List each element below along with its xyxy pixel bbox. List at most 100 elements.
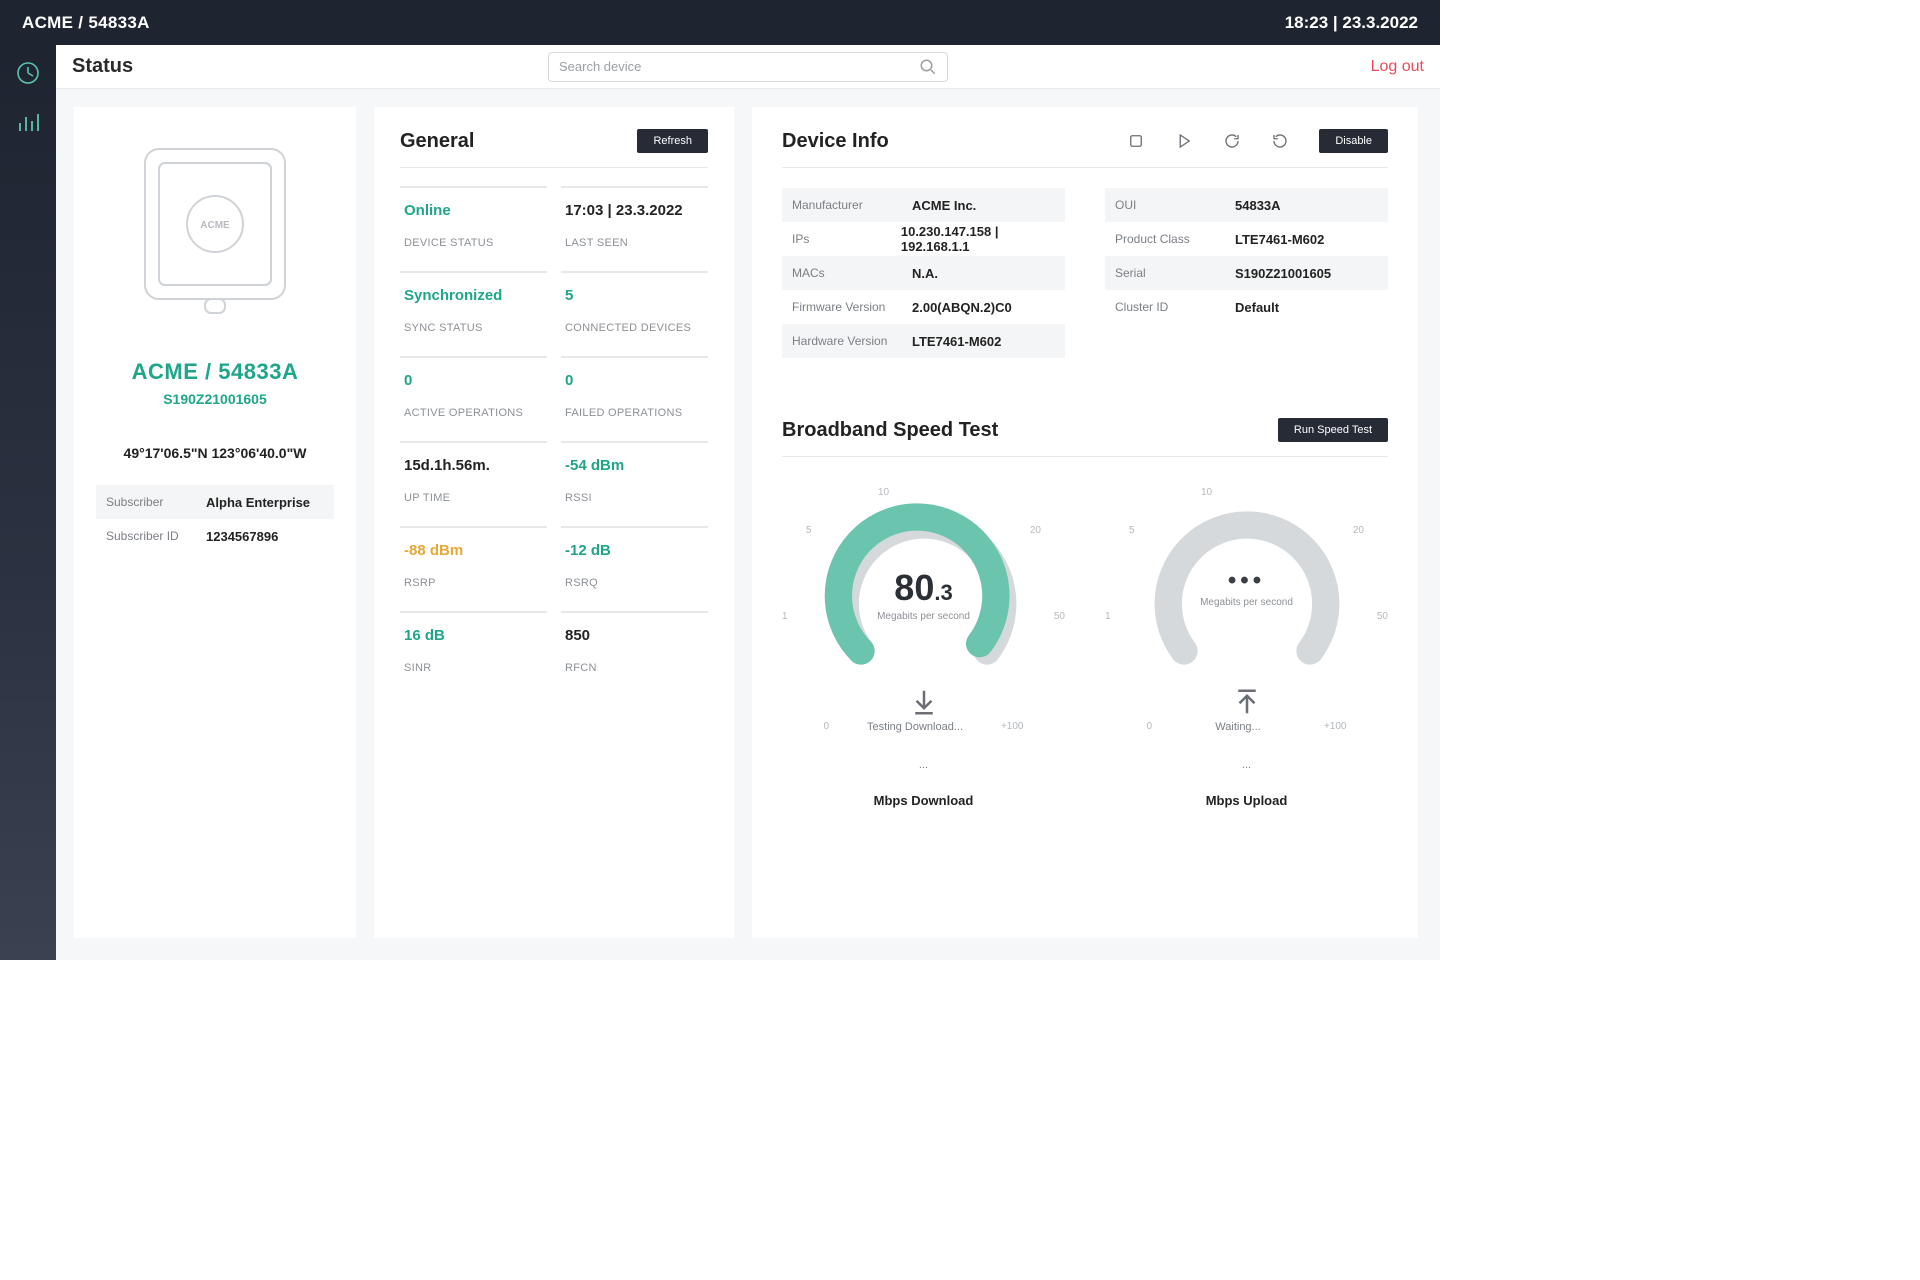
info-label: OUI: [1115, 198, 1235, 212]
info-label: Serial: [1115, 266, 1235, 280]
info-value: ACME Inc.: [912, 198, 976, 213]
tile-value: -54 dBm: [565, 457, 704, 474]
ul-timestamp: ...: [1242, 759, 1251, 771]
status-tile: -12 dBRSRQ: [561, 526, 708, 597]
device-illustration: ACME: [96, 139, 334, 319]
info-row: ManufacturerACME Inc.: [782, 188, 1065, 222]
status-tile: -88 dBmRSRP: [400, 526, 547, 597]
tile-value: 850: [565, 627, 704, 644]
device-location: 49°17'06.5"N 123°06'40.0"W: [96, 445, 334, 461]
tile-label: FAILED OPERATIONS: [565, 407, 704, 419]
tile-label: DEVICE STATUS: [404, 237, 543, 249]
tile-value: 16 dB: [404, 627, 543, 644]
tile-value: -12 dB: [565, 542, 704, 559]
tile-label: SYNC STATUS: [404, 322, 543, 334]
download-icon: [909, 687, 939, 717]
tick-20: 20: [1353, 525, 1364, 536]
breadcrumb: ACME / 54833A: [22, 13, 150, 33]
status-tile: 5 CONNECTED DEVICES: [561, 271, 708, 342]
tile-value: 0: [565, 372, 704, 389]
dl-int: 80: [894, 567, 934, 608]
tile-value: 15d.1h.56m.: [404, 457, 543, 474]
info-row: IPs10.230.147.158 | 192.168.1.1: [782, 222, 1065, 256]
speed-title: Broadband Speed Test: [782, 419, 998, 442]
right-panel: Device Info Disable ManufacturerACME Inc…: [752, 107, 1418, 938]
tick-1: 1: [1105, 611, 1111, 622]
info-label: Cluster ID: [1115, 300, 1235, 314]
dl-label: Mbps Download: [874, 793, 974, 808]
status-tile: 15d.1h.56m. UP TIME: [400, 441, 547, 512]
info-col-left: ManufacturerACME Inc.IPs10.230.147.158 |…: [782, 188, 1065, 358]
device-card: ACME ACME / 54833A S190Z21001605 49°17'0…: [74, 107, 356, 938]
info-label: Firmware Version: [792, 300, 912, 314]
tick-5: 5: [1129, 525, 1135, 536]
tile-label: UP TIME: [404, 492, 543, 504]
refresh-button[interactable]: Refresh: [637, 129, 708, 153]
dl-frac: .3: [934, 580, 952, 605]
tile-label: ACTIVE OPERATIONS: [404, 407, 543, 419]
info-value: 2.00(ABQN.2)C0: [912, 300, 1012, 315]
info-row: Cluster IDDefault: [1105, 290, 1388, 324]
restart-icon[interactable]: [1271, 132, 1289, 150]
info-label: Hardware Version: [792, 334, 912, 348]
top-bar: ACME / 54833A 18:23 | 23.3.2022: [0, 0, 1440, 45]
value: 1234567896: [206, 529, 278, 544]
status-tile: 16 dB SINR: [400, 611, 547, 682]
tile-label: RFCN: [565, 662, 704, 674]
tile-value: 0: [404, 372, 543, 389]
tick-10: 10: [1201, 487, 1212, 498]
nav-analytics-icon[interactable]: [16, 111, 40, 135]
status-tile: -54 dBmRSSI: [561, 441, 708, 512]
tick-5: 5: [806, 525, 812, 536]
tick-0: 0: [824, 721, 830, 733]
run-speed-test-button[interactable]: Run Speed Test: [1278, 418, 1388, 442]
status-tile: 0 ACTIVE OPERATIONS: [400, 356, 547, 427]
general-panel: General Refresh OnlineDEVICE STATUS17:03…: [374, 107, 734, 938]
stop-icon[interactable]: [1127, 132, 1145, 150]
tile-value: Online: [404, 202, 543, 219]
tile-value: Synchronized: [404, 287, 543, 304]
info-row: Product ClassLTE7461-M602: [1105, 222, 1388, 256]
info-value: LTE7461-M602: [1235, 232, 1324, 247]
status-tile: 17:03 | 23.3.2022LAST SEEN: [561, 186, 708, 257]
play-icon[interactable]: [1175, 132, 1193, 150]
info-row: OUI54833A: [1105, 188, 1388, 222]
table-row: Subscriber Alpha Enterprise: [96, 485, 334, 519]
disable-button[interactable]: Disable: [1319, 129, 1388, 153]
info-value: N.A.: [912, 266, 938, 281]
info-row: Firmware Version2.00(ABQN.2)C0: [782, 290, 1065, 324]
upload-icon: [1232, 687, 1262, 717]
side-nav: [0, 45, 56, 960]
tile-label: SINR: [404, 662, 543, 674]
table-row: Subscriber ID 1234567896: [96, 519, 334, 553]
subscriber-table: Subscriber Alpha Enterprise Subscriber I…: [96, 485, 334, 553]
dl-timestamp: ...: [919, 759, 928, 771]
nav-status-icon[interactable]: [16, 61, 40, 85]
info-value: LTE7461-M602: [912, 334, 1001, 349]
tile-label: LAST SEEN: [565, 237, 704, 249]
status-tile: Synchronized SYNC STATUS: [400, 271, 547, 342]
download-gauge: 10 5 20 1 50 80.3 Megabits per second: [782, 483, 1065, 808]
search-box[interactable]: [548, 52, 948, 82]
device-logo-text: ACME: [200, 220, 230, 231]
info-value: Default: [1235, 300, 1279, 315]
info-row: SerialS190Z21001605: [1105, 256, 1388, 290]
tile-value: 5: [565, 287, 704, 304]
ul-placeholder: •••: [1105, 567, 1388, 595]
status-tile: 0 FAILED OPERATIONS: [561, 356, 708, 427]
sync-icon[interactable]: [1223, 132, 1241, 150]
clock: 18:23 | 23.3.2022: [1285, 13, 1418, 33]
info-value: 10.230.147.158 | 192.168.1.1: [901, 224, 1055, 254]
logout-link[interactable]: Log out: [1371, 58, 1424, 76]
device-name: ACME / 54833A: [96, 359, 334, 385]
info-value: 54833A: [1235, 198, 1281, 213]
tick-100: +100: [1001, 721, 1024, 733]
upload-gauge: 10 5 20 1 50 ••• Megabits per second: [1105, 483, 1388, 808]
label: Subscriber: [106, 495, 206, 509]
search-input[interactable]: [559, 59, 919, 74]
info-col-right: OUI54833AProduct ClassLTE7461-M602Serial…: [1105, 188, 1388, 358]
info-row: Hardware VersionLTE7461-M602: [782, 324, 1065, 358]
info-value: S190Z21001605: [1235, 266, 1331, 281]
status-tile: 850 RFCN: [561, 611, 708, 682]
tile-label: CONNECTED DEVICES: [565, 322, 704, 334]
